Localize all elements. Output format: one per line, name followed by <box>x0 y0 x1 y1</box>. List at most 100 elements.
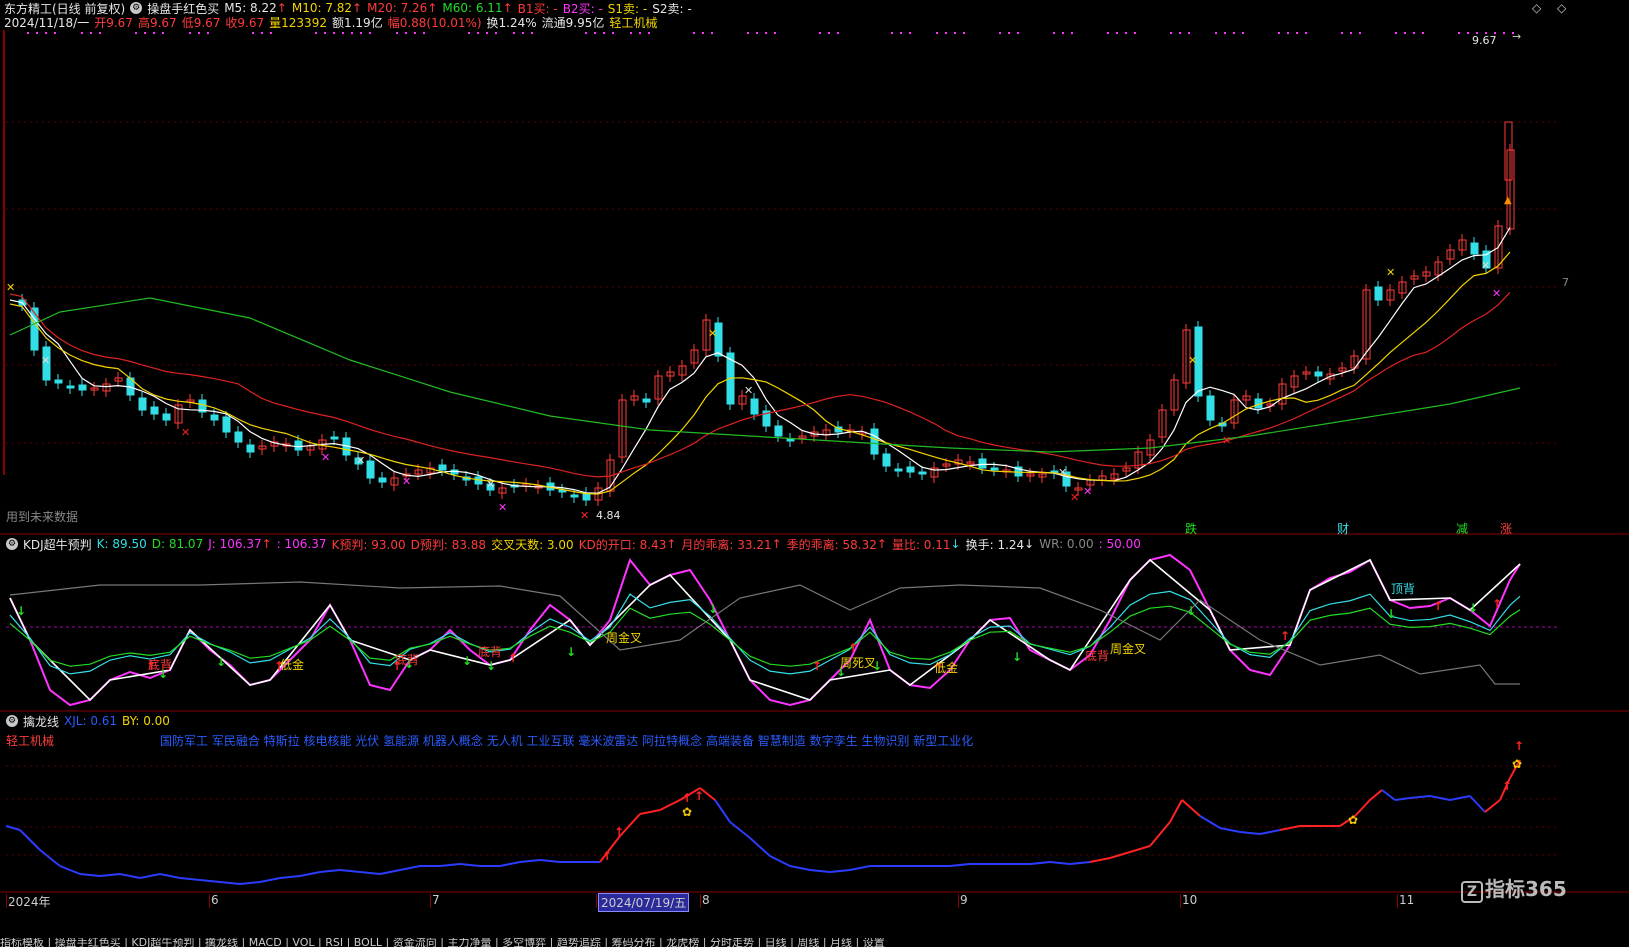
candle-body <box>366 460 375 479</box>
signal-dot <box>999 32 1001 34</box>
candle-body <box>1374 286 1383 301</box>
dragon-line-segment <box>1069 861 1091 865</box>
cross-signal-mark: ✕ <box>402 475 411 488</box>
dragon-line-segment <box>1049 861 1071 865</box>
dragon-xjl: XJL: 0.61 <box>64 714 118 728</box>
dragon-line-segment <box>1381 789 1396 801</box>
kdj-signal-label: 周死叉 <box>840 656 877 670</box>
signal-dot <box>1305 32 1307 34</box>
cross-signal-mark: ✕ <box>6 281 15 294</box>
signal-dot <box>531 32 533 34</box>
cross-signal-mark: ✕ <box>580 509 589 522</box>
signal-dot <box>603 32 605 34</box>
dragon-line-segment <box>399 865 421 871</box>
dragon-line-segment <box>139 873 161 879</box>
signal-dot <box>99 32 101 34</box>
signal-dot <box>1134 32 1136 34</box>
ma10-line <box>9 251 1511 495</box>
settings-icon[interactable]: ⚙ <box>6 538 18 550</box>
bottom-menu[interactable]: 指标模板 | 操盘手红色买 | KDJ超牛预判 | 擒龙线 | MACD | V… <box>0 938 1629 947</box>
signal-dot <box>1116 32 1118 34</box>
dragon-line-segment <box>1259 829 1281 835</box>
dragon-line-segment <box>809 869 831 873</box>
cross-signal-mark: ✕ <box>181 426 190 439</box>
candle-body <box>54 379 63 384</box>
candle-body <box>30 307 39 351</box>
butterfly-icon: ✿ <box>1512 757 1522 771</box>
dragon-line-segment <box>59 865 81 875</box>
dragon-line-segment <box>179 877 201 881</box>
signal-dot <box>27 32 29 34</box>
dragon-line-segment <box>829 869 851 873</box>
kdj-open: KD的开口: 8.43 <box>578 537 667 552</box>
dragon-line-segment <box>1109 851 1131 859</box>
dragon-line-segment <box>499 861 521 867</box>
kdj-signal-label: 周金叉 <box>606 631 643 645</box>
signal-dot <box>936 32 938 34</box>
signal-dot <box>189 32 191 34</box>
x-axis-label: 2024年 <box>8 895 51 909</box>
kdj-d: D: 81.07 <box>151 537 204 551</box>
signal-dot <box>1422 32 1424 34</box>
price-chart[interactable]: ✕✕✕✕ ✕✕ ✕✕✕✕✕✕✕ ✕✕✕✕✕✕▲→ ↓↑↓↓ ↑ ↑ ↓ ↓ ↓↑ ↓↓↑ ↓↑↓ ↑↓… <box>0 0 1629 947</box>
kdj-arrow-mark: ↓ <box>1386 607 1396 621</box>
kdj-arrow-mark: ↓ <box>1468 601 1478 615</box>
dragon-line-segment <box>19 829 41 851</box>
kdj-wr: WR: 0.00 <box>1039 537 1094 551</box>
kdj-signal-label: 底背 <box>478 645 503 659</box>
signal-dot <box>315 32 317 34</box>
signal-dot <box>423 32 425 34</box>
kdj-arrow-mark: ↓ <box>462 654 472 668</box>
kdj-signal-label: 底背 <box>395 653 420 667</box>
dragon-line-segment <box>1239 831 1261 835</box>
cross-signal-mark: ✕ <box>321 451 330 464</box>
signal-dot <box>468 32 470 34</box>
signal-dot <box>81 32 83 34</box>
dragon-line-segment <box>359 871 381 875</box>
signal-dot <box>819 32 821 34</box>
settings-icon[interactable]: ⚙ <box>6 715 18 727</box>
candle-body <box>1314 371 1323 377</box>
ma5-line <box>9 227 1511 494</box>
signal-dot <box>513 32 515 34</box>
signal-dot <box>837 32 839 34</box>
signal-dot <box>828 32 830 34</box>
kdj-arrow-mark: ↑ <box>812 659 822 673</box>
butterfly-icon: ✿ <box>1348 813 1358 827</box>
signal-dot <box>342 32 344 34</box>
signal-dot <box>522 32 524 34</box>
signal-dot <box>45 32 47 34</box>
signal-dot <box>162 32 164 34</box>
signal-dot <box>1467 32 1469 34</box>
dragon-line-segment <box>1169 799 1183 823</box>
x-axis-tick <box>1180 894 1181 908</box>
signal-label: 跌 <box>1185 522 1198 536</box>
dragon-line-segment <box>219 881 241 885</box>
candle-body <box>990 467 999 471</box>
dragon-arrow-mark: ↑ <box>1502 779 1512 793</box>
kdj-j-line <box>9 553 1521 707</box>
kdj-kpre: K预判: 93.00 <box>331 537 406 552</box>
candle-body <box>870 428 879 455</box>
candle-body <box>78 384 87 391</box>
kdj-arrow-mark: ↑ <box>1280 629 1290 643</box>
signal-dot <box>1404 32 1406 34</box>
dragon-line-segment <box>1409 795 1431 799</box>
dragon-arrow-mark: ↑ <box>694 789 704 803</box>
signal-dot <box>1188 32 1190 34</box>
kdj-month: 月的乖离: 33.21 <box>681 537 772 552</box>
signal-dot <box>1278 32 1280 34</box>
x-axis-label: 10 <box>1182 893 1198 907</box>
signal-dot <box>351 32 353 34</box>
dragon-title[interactable]: 擒龙线 <box>23 713 59 730</box>
kdj-k: K: 89.50 <box>96 537 147 551</box>
candle-body <box>66 385 75 389</box>
kdj-title[interactable]: KDJ超牛预判 <box>23 536 92 553</box>
cross-signal-mark: ✕ <box>1481 259 1490 272</box>
dragon-line-segment <box>519 859 541 863</box>
dragon-line-segment <box>319 869 341 873</box>
dragon-line-segment <box>1219 827 1241 833</box>
signal-dot <box>405 32 407 34</box>
signal-dot <box>1224 32 1226 34</box>
signal-dot <box>1341 32 1343 34</box>
